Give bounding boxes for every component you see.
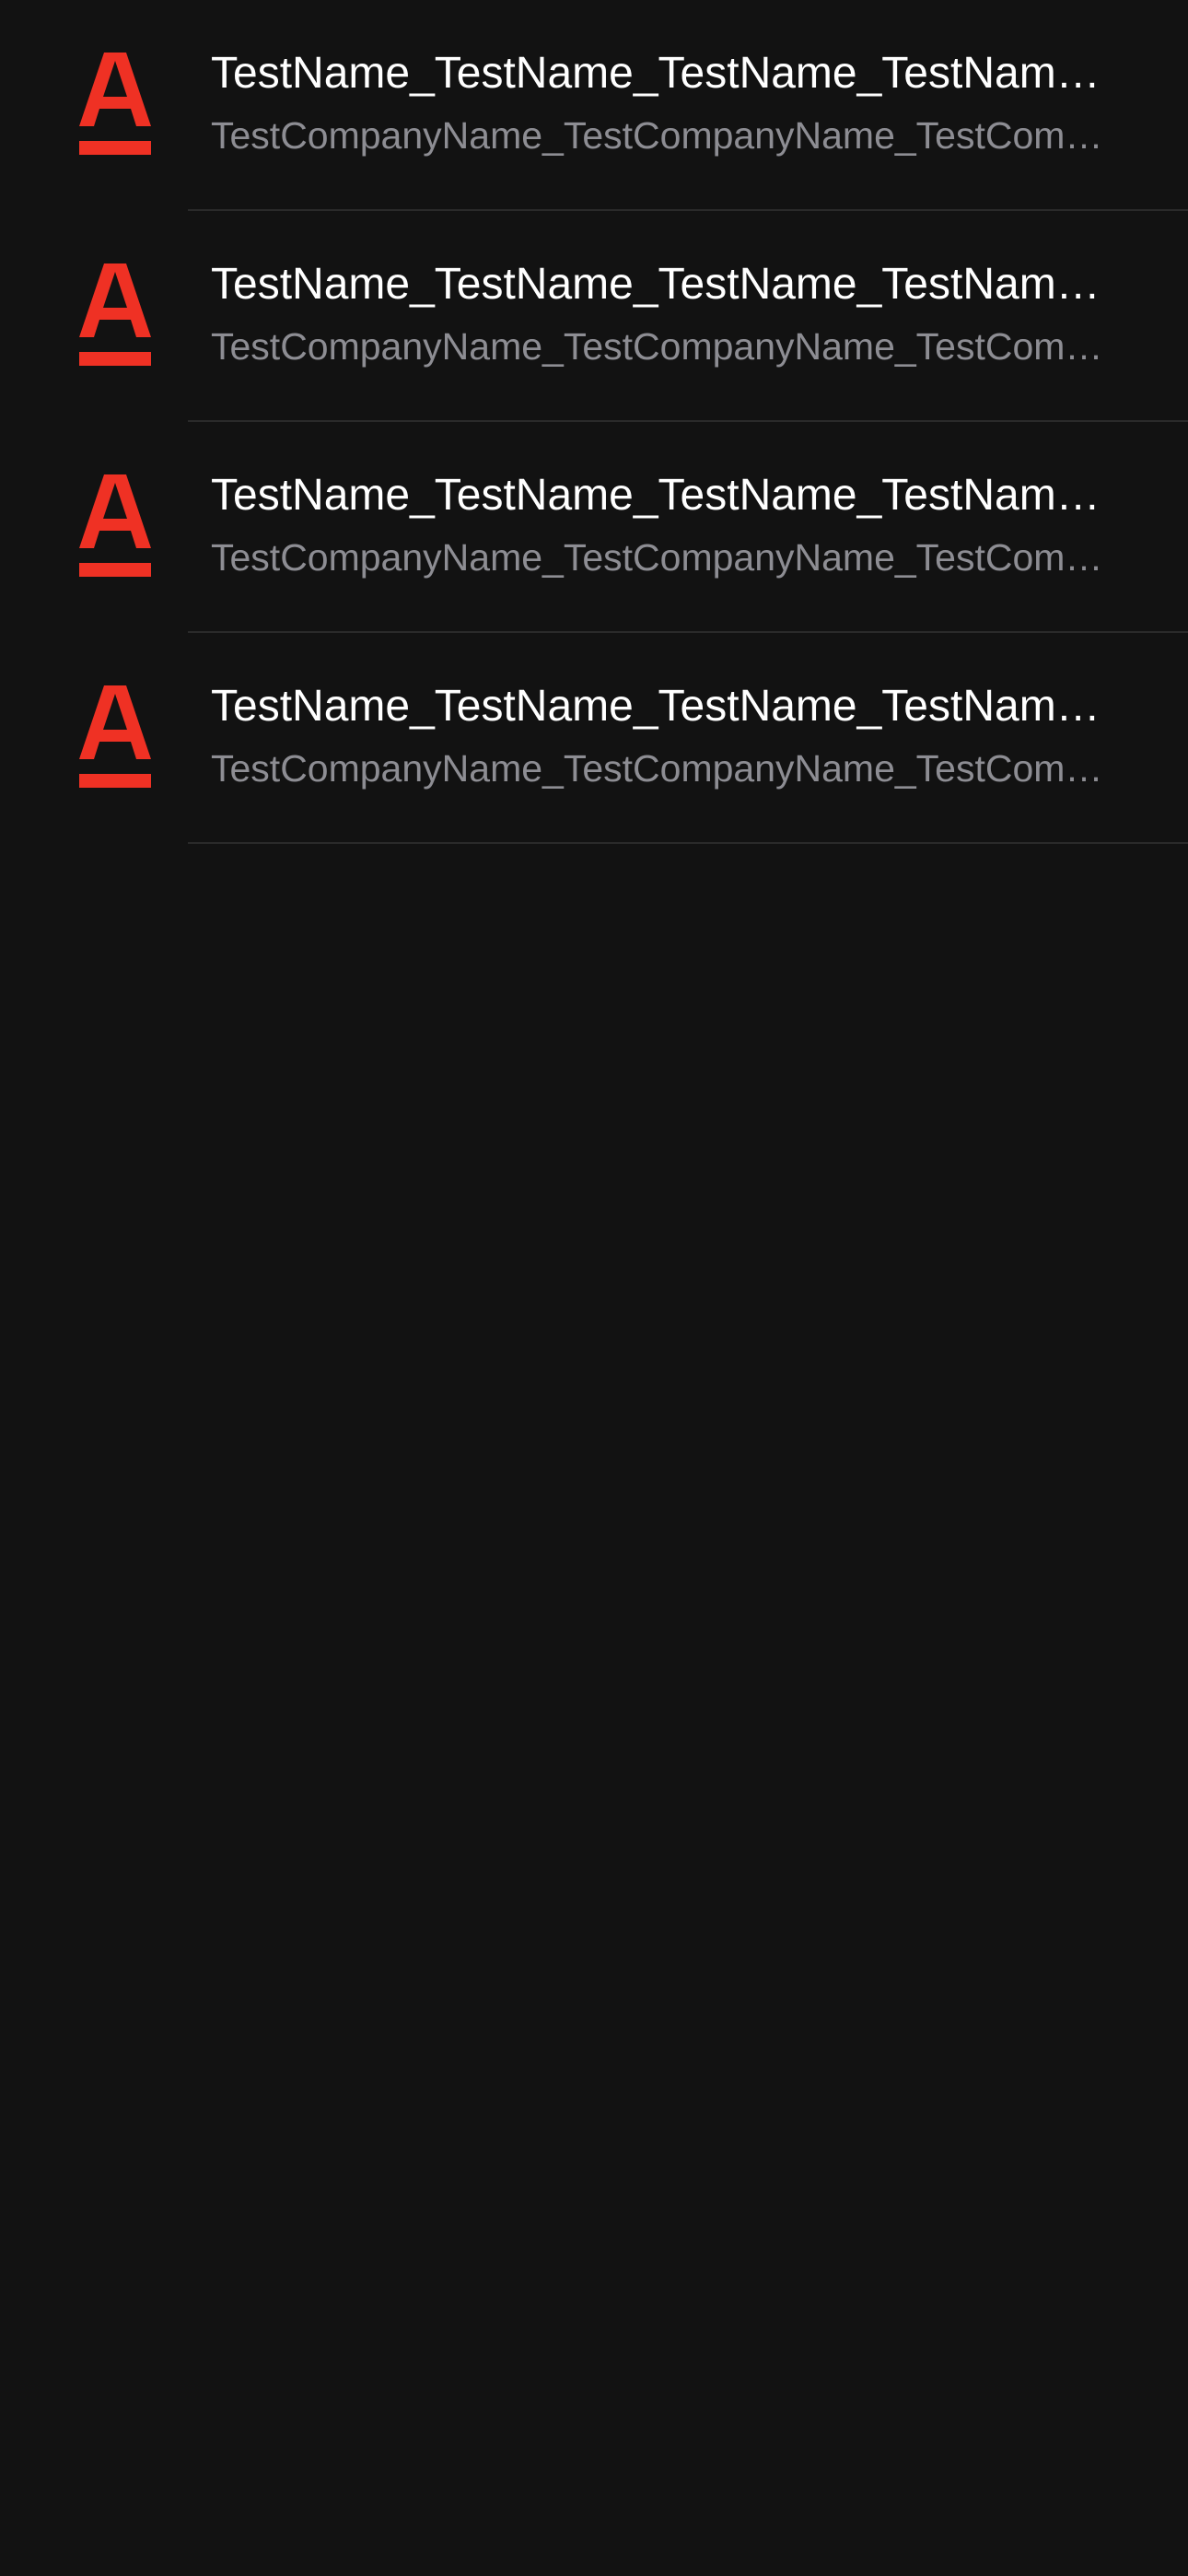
alfa-bank-logo-icon	[79, 53, 151, 160]
item-company: TestCompanyName_TestCompanyName_TestComp…	[211, 747, 1104, 790]
item-name: TestName_TestName_TestName_TestName_Test…	[211, 682, 1104, 731]
list-item[interactable]: TestName_TestName_TestName_TestName_ Test…	[0, 211, 1188, 422]
list-item[interactable]: TestName_TestName_TestName_TestName_ Test…	[0, 633, 1188, 844]
alfa-bank-logo-icon	[79, 474, 151, 582]
item-company: TestCompanyName_TestCompanyName_TestComp…	[211, 114, 1104, 157]
divider	[188, 842, 1188, 844]
item-name: TestName_TestName_TestName_TestName_Test…	[211, 260, 1104, 309]
item-name: TestName_TestName_TestName_TestName_Test…	[211, 471, 1104, 520]
list-item[interactable]: TestName_TestName_TestName_TestName_ Test…	[0, 422, 1188, 633]
alfa-bank-logo-icon	[79, 685, 151, 793]
alfa-bank-logo-icon	[79, 263, 151, 371]
list-item-text: TestName_TestName_TestName_TestName_ Test…	[211, 681, 1104, 791]
item-name: TestName_TestName_TestName_TestName_Test…	[211, 49, 1104, 98]
list-item[interactable]: TestName_TestName_TestName_TestName_ Test…	[0, 0, 1188, 211]
item-company: TestCompanyName_TestCompanyName_TestComp…	[211, 325, 1104, 368]
list-item-text: TestName_TestName_TestName_TestName_ Test…	[211, 48, 1104, 158]
list-item-text: TestName_TestName_TestName_TestName_ Test…	[211, 470, 1104, 580]
item-company: TestCompanyName_TestCompanyName_TestComp…	[211, 536, 1104, 579]
account-list: TestName_TestName_TestName_TestName_ Test…	[0, 0, 1188, 844]
list-item-text: TestName_TestName_TestName_TestName_ Test…	[211, 259, 1104, 369]
